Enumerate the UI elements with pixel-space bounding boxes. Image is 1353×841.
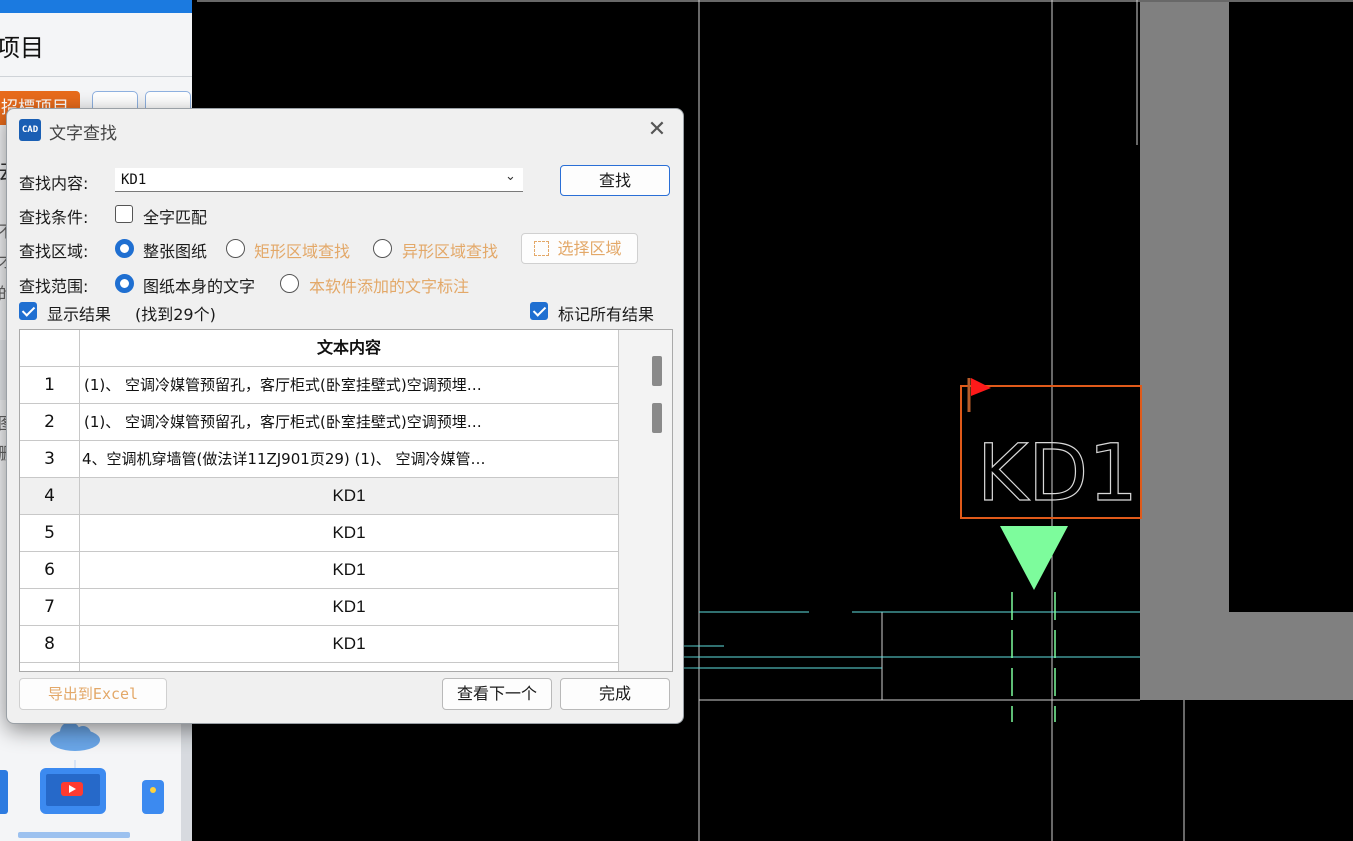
row-index: 1	[20, 367, 80, 403]
view-next-button[interactable]: 查看下一个	[442, 678, 552, 710]
table-row[interactable]: 2 (1)、 空调冷媒管预留孔，客厅柜式(卧室挂壁式)空调预埋…	[20, 404, 618, 441]
row-index	[20, 663, 80, 671]
triangle-marker-icon	[1000, 526, 1068, 590]
scrollbar-thumb[interactable]	[652, 356, 662, 386]
radio-whole-drawing[interactable]	[115, 239, 134, 258]
shape-area-label[interactable]: 异形区域查找	[402, 238, 498, 262]
cad-label-text: KD1	[977, 429, 1138, 519]
whole-word-checkbox[interactable]	[115, 205, 133, 223]
panel-title: 项目	[0, 34, 44, 62]
results-table: 文本内容 1 (1)、 空调冷媒管预留孔，客厅柜式(卧室挂壁式)空调预埋… 2 …	[19, 329, 673, 672]
row-index: 3	[20, 441, 80, 477]
radio-added-annotation[interactable]	[280, 274, 299, 293]
panel-top-bar	[0, 0, 192, 13]
show-results-checkbox[interactable]	[19, 302, 37, 320]
row-text: KD1	[332, 523, 366, 542]
search-input[interactable]	[119, 170, 493, 190]
row-text: KD1	[332, 560, 366, 579]
table-row[interactable]: 3 4、空调机穿墙管(做法详11ZJ901页29) (1)、 空调冷媒管…	[20, 441, 618, 478]
row-index: 6	[20, 552, 80, 588]
search-area-label: 查找区域:	[19, 242, 89, 261]
mark-all-checkbox[interactable]	[530, 302, 548, 320]
row-text: KD1	[332, 634, 366, 653]
text-search-dialog: CAD 文字查找 ✕ 查找内容: ⌄ 查找 查找条件: 全字匹配 查找区域: 整…	[6, 108, 684, 724]
drawing-text-label[interactable]: 图纸本身的文字	[143, 273, 255, 297]
show-results-label[interactable]: 显示结果	[47, 301, 111, 325]
app-logo-icon: CAD	[19, 119, 41, 141]
scrollbar-thumb[interactable]	[652, 403, 662, 433]
export-excel-button[interactable]: 导出到Excel	[19, 678, 167, 710]
whole-word-label[interactable]: 全字匹配	[143, 204, 207, 228]
whole-drawing-label[interactable]: 整张图纸	[143, 238, 207, 262]
row-index: 7	[20, 589, 80, 625]
header-index-cell	[20, 330, 80, 366]
mark-all-label[interactable]: 标记所有结果	[558, 301, 654, 325]
dialog-titlebar[interactable]: CAD 文字查找 ✕	[7, 109, 683, 151]
row-text: KD1	[332, 597, 366, 616]
row-text: (1)、 空调冷媒管预留孔，客厅柜式(卧室挂壁式)空调预埋…	[84, 413, 482, 431]
cad-wall	[1229, 612, 1353, 700]
radio-drawing-text[interactable]	[115, 274, 134, 293]
close-icon[interactable]: ✕	[643, 117, 671, 143]
header-text-content: 文本内容	[316, 338, 381, 357]
row-index: 2	[20, 404, 80, 440]
row-index: 8	[20, 626, 80, 662]
table-row[interactable]: 5 KD1	[20, 515, 618, 552]
select-area-button[interactable]: 选择区域	[521, 233, 638, 264]
select-area-icon	[534, 241, 549, 256]
table-row-selected[interactable]: 4 KD1	[20, 478, 618, 515]
search-combobox[interactable]: ⌄	[115, 168, 523, 192]
search-condition-label: 查找条件:	[19, 208, 89, 227]
search-scope-label: 查找范围:	[19, 277, 89, 296]
row-text: 4、空调机穿墙管(做法详11ZJ901页29) (1)、 空调冷媒管…	[82, 450, 486, 468]
added-annotation-label[interactable]: 本软件添加的文字标注	[309, 273, 469, 297]
table-row[interactable]	[20, 663, 618, 671]
row-text: KD1	[332, 486, 366, 505]
row-text: (1)、 空调冷媒管预留孔，客厅柜式(卧室挂壁式)空调预埋…	[84, 376, 482, 394]
chevron-down-icon[interactable]: ⌄	[505, 169, 516, 184]
table-row[interactable]: 6 KD1	[20, 552, 618, 589]
table-scrollbar[interactable]	[619, 330, 672, 671]
select-area-label: 选择区域	[557, 239, 622, 258]
panel-divider	[0, 76, 192, 77]
table-row[interactable]: 8 KD1	[20, 626, 618, 663]
find-button[interactable]: 查找	[560, 165, 670, 196]
radio-shape-area[interactable]	[373, 239, 392, 258]
cad-wall	[1140, 2, 1229, 700]
table-header: 文本内容	[20, 330, 618, 367]
cloud-icon	[50, 722, 100, 751]
devices-illustration-icon	[0, 760, 164, 838]
row-index: 5	[20, 515, 80, 551]
flag-icon	[971, 378, 991, 396]
found-count: (找到29个)	[135, 305, 216, 324]
rect-area-label[interactable]: 矩形区域查找	[254, 238, 350, 262]
table-row[interactable]: 1 (1)、 空调冷媒管预留孔，客厅柜式(卧室挂壁式)空调预埋…	[20, 367, 618, 404]
done-button[interactable]: 完成	[560, 678, 670, 710]
dialog-title: 文字查找	[49, 124, 117, 144]
radio-rect-area[interactable]	[226, 239, 245, 258]
search-content-label: 查找内容:	[19, 174, 89, 193]
row-index: 4	[20, 478, 80, 514]
table-row[interactable]: 7 KD1	[20, 589, 618, 626]
